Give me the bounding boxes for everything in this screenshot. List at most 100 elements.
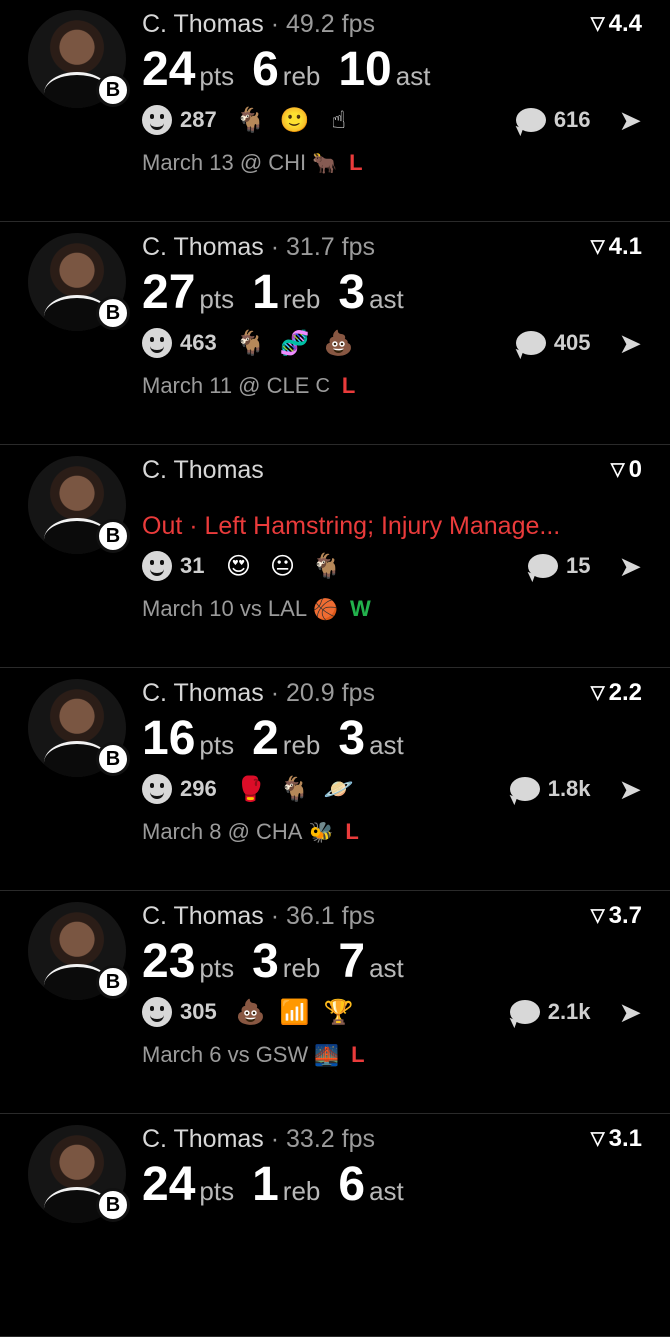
- reaction-smile-icon[interactable]: [142, 551, 172, 581]
- reaction-emoji-icon[interactable]: 🪐: [317, 775, 361, 804]
- reaction-row: 31 😍 😐 🐐 15 ➤: [142, 546, 642, 586]
- stat-value: 16: [142, 712, 196, 765]
- score-badge: ▽ 3.7: [590, 902, 642, 929]
- reaction-count: 287: [180, 107, 217, 132]
- stat-line: 27 pts 1 reb 3 ast: [142, 265, 422, 321]
- reaction-emoji-icon[interactable]: 🏆: [317, 998, 361, 1027]
- reaction-emoji-icon[interactable]: 💩: [229, 998, 273, 1027]
- player-name: C. Thomas: [142, 456, 264, 484]
- reaction-emoji-icon[interactable]: 🐐: [229, 106, 273, 135]
- feed-card[interactable]: B C. Thomas ▽ 0 Out · Left Hamstring; Inj…: [0, 446, 670, 668]
- triangle-icon: ▽: [590, 905, 605, 925]
- stat-value: 7: [338, 935, 366, 988]
- stat-value: 3: [252, 935, 279, 988]
- reaction-count: 296: [180, 776, 217, 801]
- comment-count: 2.1k: [547, 999, 591, 1024]
- comment-icon[interactable]: [515, 331, 546, 355]
- reaction-smile-icon[interactable]: [142, 997, 172, 1027]
- fps: · 20.9 fps: [263, 679, 375, 707]
- reaction-emoji-icon[interactable]: 🙂: [273, 106, 317, 135]
- score-badge: ▽ 4.1: [590, 233, 642, 260]
- nets-logo-icon: B: [96, 965, 130, 999]
- reaction-emoji-icon[interactable]: 🐐: [229, 329, 273, 358]
- stat-line: 23 pts 3 reb 7 ast: [142, 934, 422, 990]
- stat-line: 24 pts 6 reb 10 ast: [142, 42, 448, 98]
- feed-card[interactable]: B C. Thomas · 20.9 fps ▽ 2.2 16 pts 2 reb 3 as…: [0, 669, 670, 891]
- feed-card[interactable]: B C. Thomas · 49.2 fps ▽ 4.4 24 pts 6 reb 10 a…: [0, 0, 670, 222]
- reaction-emoji-icon[interactable]: 🧬: [273, 329, 317, 358]
- game-result: W: [349, 596, 371, 621]
- feed-card[interactable]: B C. Thomas · 31.7 fps ▽ 4.1 27 pts 1 reb 3 as…: [0, 223, 670, 445]
- score-badge: ▽ 2.2: [590, 679, 642, 706]
- reaction-emoji-icon[interactable]: 📶: [273, 998, 317, 1027]
- stat-line: 24 pts 1 reb 6 ast: [142, 1157, 422, 1213]
- nets-logo-icon: B: [96, 519, 130, 553]
- game-row[interactable]: March 10 vs LAL 🏀 W: [142, 596, 371, 622]
- stat-value: 2: [252, 712, 279, 765]
- player-name-row: C. Thomas · 49.2 fps: [142, 10, 375, 39]
- send-icon[interactable]: ➤: [619, 550, 642, 583]
- score-badge: ▽ 3.1: [590, 1125, 642, 1152]
- player-name-row: C. Thomas · 36.1 fps: [142, 902, 375, 931]
- fps: · 49.2 fps: [263, 10, 375, 38]
- stat-value: 10: [338, 43, 392, 96]
- score-badge: ▽ 4.4: [590, 10, 642, 37]
- game-result: L: [351, 1042, 365, 1067]
- stat-unit: pts: [199, 1176, 235, 1206]
- stat-value: 6: [338, 1158, 366, 1211]
- stat-unit: ast: [369, 1176, 404, 1206]
- stat-unit: ast: [369, 284, 404, 314]
- triangle-icon: ▽: [590, 236, 605, 256]
- player-name: C. Thomas: [142, 233, 264, 261]
- game-result: L: [345, 819, 359, 844]
- comment-icon[interactable]: [509, 777, 540, 801]
- fps: · 33.2 fps: [263, 1125, 375, 1153]
- comment-count: 616: [553, 107, 591, 132]
- stat-line: 16 pts 2 reb 3 ast: [142, 711, 422, 767]
- player-name-row: C. Thomas · 33.2 fps: [142, 1125, 375, 1154]
- triangle-icon: ▽: [590, 682, 605, 702]
- stat-unit: pts: [199, 730, 235, 760]
- stat-value: 1: [252, 1158, 279, 1211]
- player-name: C. Thomas: [142, 1125, 264, 1153]
- player-name: C. Thomas: [142, 902, 264, 930]
- nets-logo-icon: B: [96, 296, 130, 330]
- comment-icon[interactable]: [515, 108, 546, 132]
- reaction-emoji-icon[interactable]: 😐: [260, 552, 304, 581]
- reaction-smile-icon[interactable]: [142, 105, 172, 135]
- game-row[interactable]: March 13 @ CHI 🐂 L: [142, 150, 363, 176]
- game-row[interactable]: March 6 vs GSW 🌉 L: [142, 1042, 365, 1068]
- reaction-emoji-icon[interactable]: 🐐: [273, 775, 317, 804]
- reaction-smile-icon[interactable]: [142, 328, 172, 358]
- player-name-row: C. Thomas: [142, 456, 264, 485]
- stat-unit: reb: [282, 953, 321, 983]
- stat-unit: reb: [282, 1176, 321, 1206]
- player-name: C. Thomas: [142, 679, 264, 707]
- triangle-icon: ▽: [590, 1128, 605, 1148]
- reaction-emoji-icon[interactable]: 🥊: [229, 775, 273, 804]
- reaction-emoji-icon[interactable]: ☝: [317, 106, 361, 135]
- game-text: March 6 vs GSW: [142, 1042, 309, 1067]
- reaction-row: 305 💩 📶 🏆 2.1k ➤: [142, 992, 642, 1032]
- send-icon[interactable]: ➤: [619, 773, 642, 806]
- stat-value: 3: [338, 266, 366, 319]
- reaction-emoji-icon[interactable]: 🐐: [304, 552, 348, 581]
- comment-icon[interactable]: [509, 1000, 540, 1024]
- feed-card[interactable]: B C. Thomas · 33.2 fps ▽ 3.1 24 pts 1 reb 6 as…: [0, 1115, 670, 1337]
- reaction-emojis: 🐐 🙂 ☝: [229, 106, 361, 135]
- opponent-logo-icon: 🐂: [312, 152, 338, 175]
- opponent-logo-icon: 🌉: [314, 1044, 340, 1067]
- reaction-emoji-icon[interactable]: 😍: [216, 552, 260, 581]
- feed-card[interactable]: B C. Thomas · 36.1 fps ▽ 3.7 23 pts 3 reb 7 as…: [0, 892, 670, 1114]
- reaction-smile-icon[interactable]: [142, 774, 172, 804]
- game-row[interactable]: March 8 @ CHA 🐝 L: [142, 819, 359, 845]
- send-icon[interactable]: ➤: [619, 104, 642, 137]
- game-result: L: [349, 150, 363, 175]
- comment-icon[interactable]: [528, 554, 559, 578]
- comment-count: 1.8k: [547, 776, 591, 801]
- reaction-emojis: 🐐 🧬 💩: [229, 329, 361, 358]
- game-row[interactable]: March 11 @ CLE C L: [142, 373, 355, 399]
- send-icon[interactable]: ➤: [619, 996, 642, 1029]
- send-icon[interactable]: ➤: [619, 327, 642, 360]
- reaction-emoji-icon[interactable]: 💩: [317, 329, 361, 358]
